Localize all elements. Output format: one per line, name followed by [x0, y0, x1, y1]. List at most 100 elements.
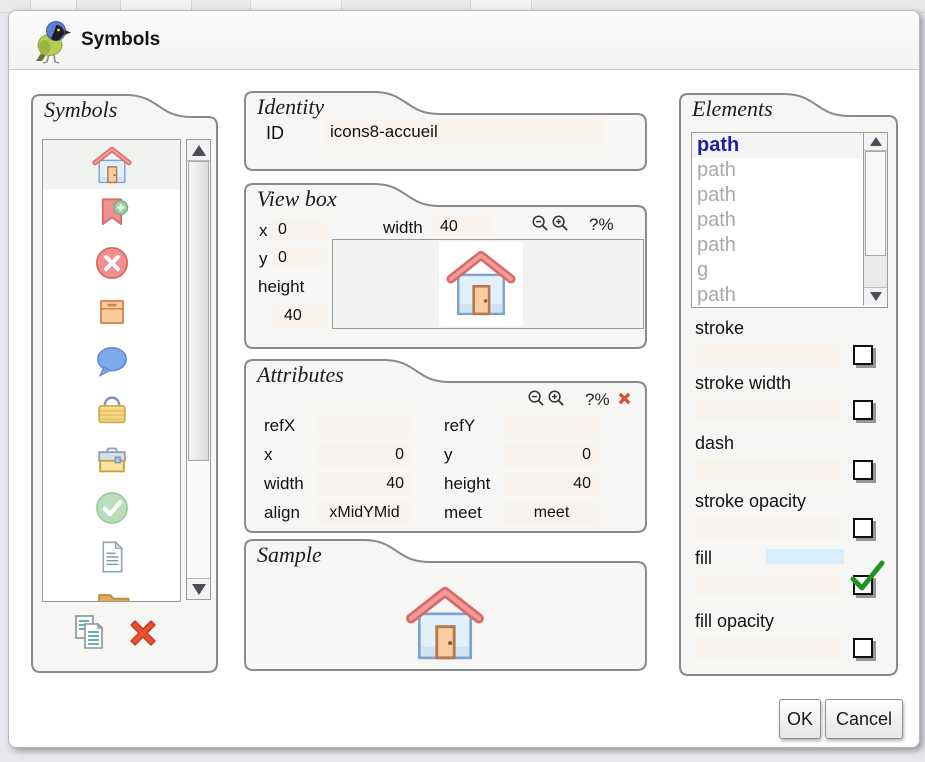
element-item[interactable]: path [692, 158, 862, 183]
viewbox-panel: View box x 0 y 0 height 40 width 40 ?% [244, 183, 647, 349]
scroll-up-button[interactable] [187, 140, 210, 161]
triangle-up-icon [192, 145, 206, 156]
magnifier-plus-icon[interactable] [547, 389, 566, 408]
ok-icon [90, 486, 134, 530]
stroke-opacity-property: stroke opacity [679, 491, 898, 546]
ok-button[interactable]: OK [779, 699, 821, 739]
stroke-width-property: stroke width [679, 373, 898, 428]
cancel-button[interactable]: Cancel [825, 699, 903, 739]
stroke-opacity-checkbox[interactable] [853, 518, 873, 538]
symbols-panel: Symbols [31, 94, 218, 673]
symbols-list[interactable] [42, 139, 181, 602]
fill-opacity-label: fill opacity [695, 611, 774, 632]
dash-checkbox[interactable] [853, 460, 873, 480]
y-input[interactable]: 0 [504, 443, 599, 467]
stroke-input[interactable] [694, 344, 840, 366]
symbol-item-house[interactable] [43, 140, 180, 189]
element-item[interactable]: path [692, 208, 862, 233]
dialog-title: Symbols [81, 11, 160, 69]
elements-scrollbar[interactable] [863, 133, 887, 305]
fill-property: fill [679, 548, 898, 606]
symbols-scrollbar[interactable] [186, 139, 211, 600]
id-input[interactable]: icons8-accueil [324, 119, 604, 145]
magnifier-minus-icon[interactable] [527, 389, 546, 408]
scroll-down-button[interactable] [864, 287, 887, 305]
symbol-item-bookmark-add[interactable] [43, 189, 180, 238]
symbol-item-handbag[interactable] [43, 385, 180, 434]
viewbox-y-label: y [259, 249, 268, 269]
symbol-item-folder[interactable] [43, 581, 180, 602]
element-item[interactable]: g [692, 258, 862, 283]
stroke-property: stroke [679, 318, 898, 373]
symbol-item-cancel[interactable] [43, 238, 180, 287]
element-item[interactable]: path [692, 233, 862, 258]
triangle-up-icon [870, 137, 882, 146]
scroll-up-button[interactable] [864, 133, 887, 151]
fill-color-swatch[interactable] [766, 549, 844, 564]
stroke-width-input[interactable] [694, 399, 840, 421]
element-item[interactable]: path [692, 283, 862, 307]
fill-opacity-checkbox[interactable] [853, 638, 873, 658]
viewbox-height-input[interactable]: 40 [272, 305, 326, 326]
align-input[interactable]: xMidYMid [317, 501, 412, 525]
triangle-down-icon [870, 292, 882, 301]
copy-button[interactable] [73, 614, 109, 652]
scrollbar-thumb[interactable] [865, 151, 886, 256]
attributes-percent-label: ?% [585, 390, 610, 410]
id-label: ID [266, 123, 284, 144]
viewbox-x-label: x [259, 221, 268, 241]
symbol-item-toolbox[interactable] [43, 434, 180, 483]
symbol-item-ok[interactable] [43, 483, 180, 532]
x-input[interactable]: 0 [317, 443, 412, 467]
magnifier-minus-icon[interactable] [531, 214, 550, 233]
align-label: align [264, 503, 300, 523]
magnifier-plus-icon[interactable] [551, 214, 570, 233]
width-input[interactable]: 40 [317, 472, 412, 496]
identity-panel: Identity ID icons8-accueil [244, 91, 647, 171]
symbol-item-box[interactable] [43, 287, 180, 336]
remove-icon[interactable] [617, 391, 632, 406]
fill-input[interactable] [694, 574, 840, 596]
fill-checkbox[interactable] [853, 575, 873, 595]
symbol-item-document[interactable] [43, 532, 180, 581]
dash-label: dash [695, 433, 734, 454]
viewbox-height-label: height [258, 277, 304, 297]
viewbox-x-input[interactable]: 0 [272, 219, 326, 240]
elements-panel-title: Elements [692, 96, 773, 122]
dash-input[interactable] [694, 459, 840, 481]
box-icon [90, 290, 134, 334]
meet-input[interactable]: meet [504, 501, 599, 525]
viewbox-y-input[interactable]: 0 [272, 247, 326, 268]
scroll-down-button[interactable] [187, 578, 210, 599]
fill-opacity-input[interactable] [694, 637, 840, 659]
stroke-opacity-input[interactable] [694, 517, 840, 539]
refx-input[interactable] [317, 414, 412, 438]
handbag-icon [90, 388, 134, 432]
refx-label: refX [264, 416, 295, 436]
x-label: x [264, 445, 273, 465]
element-item[interactable]: path [692, 133, 862, 158]
y-label: y [444, 445, 453, 465]
elements-list[interactable]: path path path path path g path [691, 132, 888, 308]
delete-icon[interactable] [126, 616, 160, 650]
height-label: height [444, 474, 490, 494]
stroke-checkbox[interactable] [853, 345, 873, 365]
attributes-panel-title: Attributes [257, 362, 344, 388]
attributes-panel: Attributes ?% refX refY x 0 y 0 width 40… [244, 359, 647, 533]
bird-logo-icon [25, 17, 73, 65]
viewbox-width-label: width [383, 218, 423, 238]
house-icon [90, 143, 134, 187]
stroke-width-label: stroke width [695, 373, 791, 394]
refy-input[interactable] [504, 414, 599, 438]
height-input[interactable]: 40 [504, 472, 599, 496]
stroke-width-checkbox[interactable] [853, 400, 873, 420]
viewbox-width-input[interactable]: 40 [434, 216, 491, 238]
element-item[interactable]: path [692, 183, 862, 208]
symbol-item-chat[interactable] [43, 336, 180, 385]
elements-panel: Elements path path path path path g path… [679, 93, 898, 676]
stroke-opacity-label: stroke opacity [695, 491, 806, 512]
viewbox-panel-title: View box [257, 186, 337, 212]
toolbox-icon [90, 437, 134, 481]
viewbox-preview [332, 239, 644, 329]
scrollbar-thumb[interactable] [188, 161, 209, 461]
